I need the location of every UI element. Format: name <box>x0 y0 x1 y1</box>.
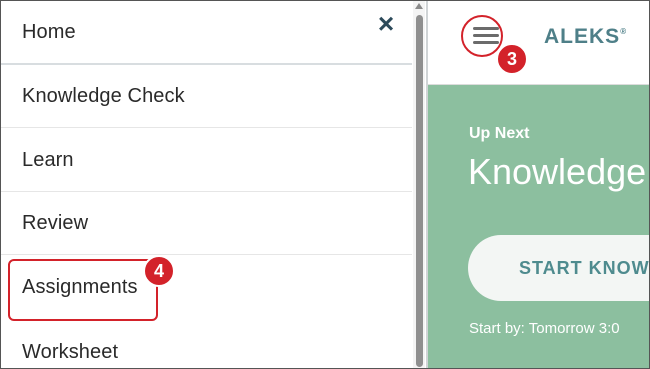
menu-item-review[interactable]: Review <box>1 192 412 255</box>
menu-scrollbar-thumb[interactable] <box>416 15 423 367</box>
up-next-label: Up Next <box>469 125 530 142</box>
callout-ring-hamburger <box>461 15 503 57</box>
start-knowledge-check-button[interactable]: START KNOW <box>468 235 649 301</box>
callout-box-assignments <box>8 259 158 321</box>
aleks-logo: ALEKS® <box>544 25 627 48</box>
menu-item-label: Review <box>22 211 89 234</box>
menu-item-worksheet[interactable]: Worksheet <box>1 321 412 368</box>
menu-item-label: Learn <box>22 148 74 171</box>
close-menu-icon[interactable]: × <box>373 10 399 38</box>
menu-item-label: Home <box>22 20 76 43</box>
menu-item-learn[interactable]: Learn <box>1 129 412 192</box>
up-next-title: Knowledge <box>468 151 647 192</box>
screenshot-frame: Home Knowledge Check Learn Review Assign… <box>0 0 650 369</box>
step-badge-3: 3 <box>496 43 528 75</box>
menu-item-label: Knowledge Check <box>22 84 185 107</box>
menu-item-label: Worksheet <box>22 341 119 363</box>
menu-item-knowledge-check[interactable]: Knowledge Check <box>1 65 412 128</box>
scroll-up-arrow-icon[interactable] <box>415 3 423 9</box>
menu-item-home[interactable]: Home <box>1 1 412 65</box>
step-badge-4: 4 <box>143 255 175 287</box>
start-by-date: Start by: Tomorrow 3:0 <box>469 320 620 337</box>
